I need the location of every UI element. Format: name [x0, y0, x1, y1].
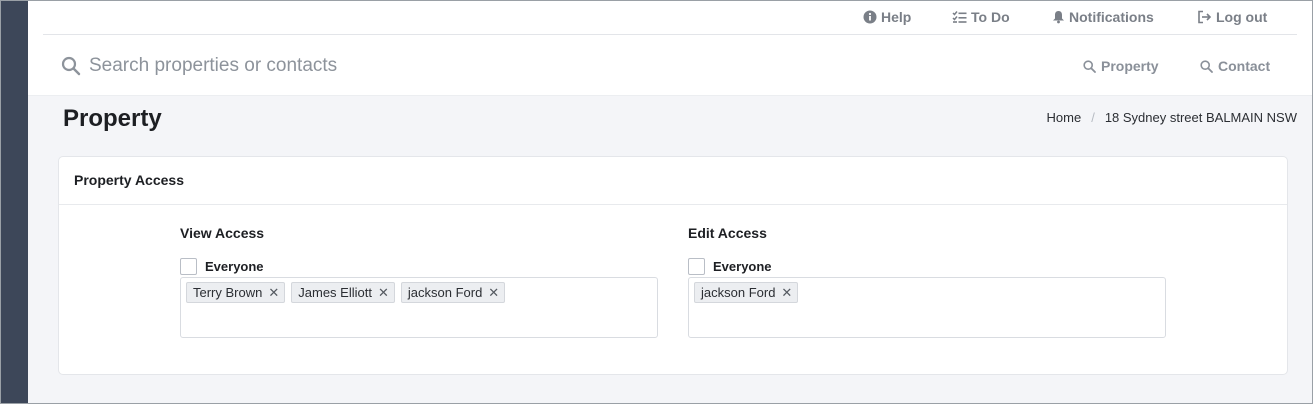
help-label: Help [881, 9, 912, 25]
breadcrumb-home[interactable]: Home [1047, 110, 1082, 125]
edit-everyone-label: Everyone [713, 258, 772, 274]
edit-everyone-row: Everyone [688, 257, 1166, 275]
view-everyone-checkbox[interactable] [180, 257, 197, 275]
close-icon[interactable]: ✕ [488, 286, 499, 299]
search-icon [61, 56, 81, 76]
top-bar: Help To Do Notifications Log out Search … [28, 1, 1312, 95]
utility-nav: Help To Do Notifications Log out [43, 1, 1297, 35]
close-icon[interactable]: ✕ [781, 286, 792, 299]
view-everyone-label: Everyone [205, 258, 264, 274]
view-everyone-row: Everyone [180, 257, 658, 275]
search-icon [1200, 59, 1213, 73]
access-tag: jackson Ford ✕ [400, 282, 506, 303]
edit-access-section: Edit Access Everyone jackson Ford ✕ [688, 225, 1166, 338]
view-access-section: View Access Everyone Terry Brown ✕ James… [180, 225, 658, 338]
main-content: Help To Do Notifications Log out Search … [28, 1, 1312, 403]
access-tag: James Elliott ✕ [291, 282, 395, 303]
search-contact-button[interactable]: Contact [1200, 56, 1270, 76]
page-title: Property [63, 105, 162, 132]
close-icon[interactable]: ✕ [268, 286, 279, 299]
view-access-input[interactable]: Terry Brown ✕ James Elliott ✕ jackson Fo… [180, 277, 658, 338]
page-header: Property Home / 18 Sydney street BALMAIN… [28, 95, 1312, 143]
notifications-label: Notifications [1069, 9, 1154, 25]
bell-icon [1053, 11, 1064, 24]
breadcrumb-separator: / [1091, 110, 1095, 125]
close-icon[interactable]: ✕ [378, 286, 389, 299]
edit-access-title: Edit Access [688, 225, 767, 241]
search-contact-label: Contact [1218, 58, 1271, 74]
search-icon [1083, 59, 1096, 73]
property-access-card: Property Access View Access Everyone Ter… [58, 156, 1288, 375]
breadcrumb-current: 18 Sydney street BALMAIN NSW [1104, 110, 1297, 125]
view-access-title: View Access [180, 225, 265, 241]
breadcrumb: Home / 18 Sydney street BALMAIN NSW [1047, 110, 1298, 125]
edit-access-input[interactable]: jackson Ford ✕ [688, 277, 1166, 338]
checklist-icon [952, 11, 967, 23]
card-title: Property Access [59, 157, 1287, 205]
edit-everyone-checkbox[interactable] [688, 257, 705, 275]
search-row: Property Contact [43, 36, 1297, 95]
access-tag: Terry Brown ✕ [186, 282, 286, 303]
left-sidebar [1, 1, 28, 403]
access-tag: jackson Ford ✕ [694, 282, 799, 303]
tag-label: James Elliott [298, 285, 372, 300]
sign-out-icon [1198, 10, 1212, 24]
tag-label: Terry Brown [193, 285, 263, 300]
search-property-label: Property [1101, 58, 1159, 74]
todo-link[interactable]: To Do [952, 7, 1010, 27]
notifications-link[interactable]: Notifications [1052, 7, 1154, 27]
logout-link[interactable]: Log out [1197, 7, 1267, 27]
logout-label: Log out [1216, 9, 1268, 25]
help-link[interactable]: Help [863, 7, 911, 27]
search-input[interactable] [89, 52, 689, 80]
todo-label: To Do [971, 9, 1010, 25]
info-circle-icon [863, 10, 877, 24]
search-property-button[interactable]: Property [1083, 56, 1159, 76]
tag-label: jackson Ford [701, 285, 776, 300]
tag-label: jackson Ford [407, 285, 483, 300]
